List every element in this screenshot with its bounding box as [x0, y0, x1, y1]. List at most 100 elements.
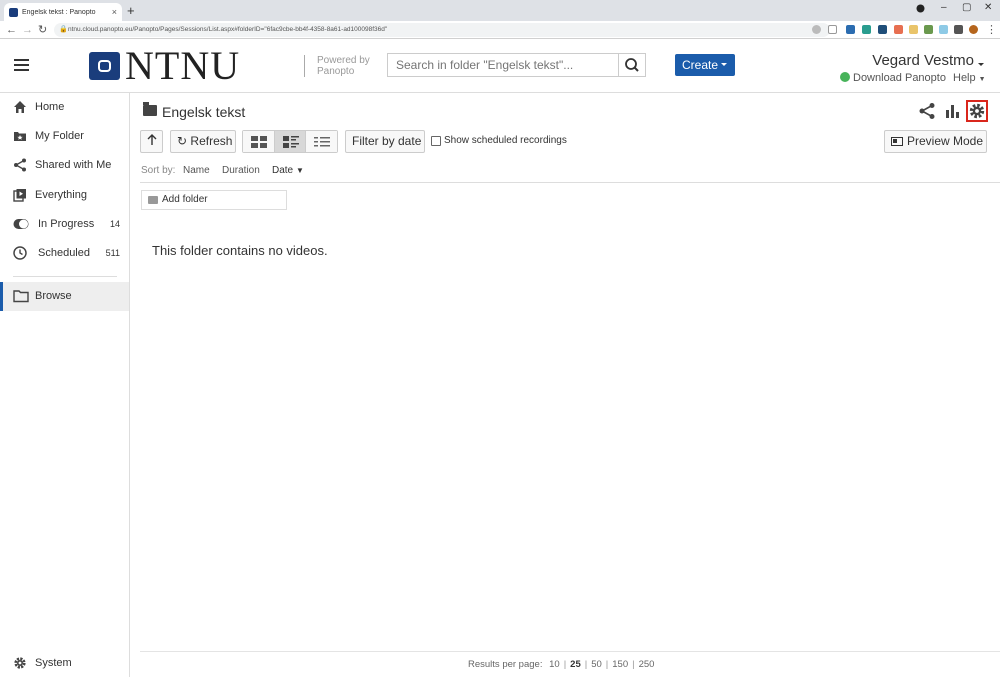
refresh-button[interactable]: ↻ Refresh: [170, 130, 236, 153]
per-page-25[interactable]: 25: [570, 659, 581, 670]
back-icon[interactable]: ←: [6, 23, 17, 37]
maximize-button[interactable]: ▢: [962, 2, 971, 13]
forward-icon[interactable]: →: [22, 23, 33, 37]
create-label: Create: [682, 58, 719, 72]
extension-icon[interactable]: [878, 25, 887, 34]
filter-by-date-button[interactable]: Filter by date: [345, 130, 425, 153]
address-bar: ← → ↻ 🔒 ntnu.cloud.panopto.eu/Panopto/Pa…: [0, 21, 1000, 39]
up-folder-button[interactable]: [140, 130, 163, 153]
tile-view-button[interactable]: [243, 131, 275, 152]
url-field[interactable]: 🔒 ntnu.cloud.panopto.eu/Panopto/Pages/Se…: [54, 23, 830, 37]
add-folder-label: Add folder: [162, 194, 208, 205]
extension-icon[interactable]: [862, 25, 871, 34]
lock-icon: 🔒: [59, 26, 68, 33]
zoom-icon[interactable]: [812, 25, 821, 34]
detail-view-button[interactable]: [274, 131, 307, 152]
profile-dot-icon[interactable]: [916, 4, 925, 16]
sort-name[interactable]: Name: [183, 165, 210, 176]
help-menu[interactable]: Help ▼: [953, 72, 986, 84]
search-button[interactable]: [618, 53, 646, 77]
sort-divider: [140, 182, 1000, 183]
app-header: NTNU Powered by Panopto Create Vegard Ve…: [0, 39, 1000, 93]
detail-list-icon: [282, 136, 299, 148]
extension-icon[interactable]: [924, 25, 933, 34]
browser-tab-title: Engelsk tekst : Panopto: [22, 8, 96, 16]
settings-button[interactable]: [966, 100, 988, 122]
sort-descending-icon[interactable]: ▼: [296, 166, 304, 175]
empty-folder-message: This folder contains no videos.: [152, 243, 328, 258]
list-view-button[interactable]: [306, 131, 338, 152]
show-scheduled-checkbox[interactable]: [431, 136, 441, 146]
extension-icon[interactable]: [939, 25, 948, 34]
sidebar-item-label: Everything: [35, 189, 87, 201]
sidebar-item-label: In Progress: [38, 218, 95, 230]
sidebar-item-home[interactable]: Home: [0, 93, 129, 121]
sort-date[interactable]: Date: [272, 165, 293, 176]
folder-outline-icon: [13, 290, 29, 303]
url-text: ntnu.cloud.panopto.eu/Panopto/Pages/Sess…: [68, 26, 388, 33]
per-page-10[interactable]: 10: [549, 659, 560, 670]
scheduled-count: 511: [105, 248, 120, 258]
arrow-up-icon: [147, 134, 156, 145]
preview-mode-button[interactable]: Preview Mode: [884, 130, 987, 153]
sidebar-item-label: Scheduled: [38, 247, 90, 259]
user-menu[interactable]: Vegard Vestmo: [872, 52, 974, 69]
sidebar-item-browse[interactable]: Browse: [0, 282, 129, 311]
preview-icon: [891, 137, 903, 146]
sidebar-item-label: My Folder: [35, 130, 84, 142]
sidebar-item-system[interactable]: System: [0, 649, 129, 677]
ntnu-logo-icon[interactable]: [89, 52, 120, 80]
profile-avatar[interactable]: [969, 25, 978, 34]
list-icon: [314, 137, 331, 147]
add-folder-button[interactable]: Add folder: [141, 190, 287, 210]
main-content: Engelsk tekst ↻ Refresh Filter by date S…: [130, 93, 1000, 677]
close-window-button[interactable]: ✕: [984, 2, 992, 13]
gear-icon: [14, 657, 26, 669]
per-page-150[interactable]: 150: [612, 659, 628, 670]
sort-by-label: Sort by:: [141, 165, 176, 176]
create-button[interactable]: Create: [675, 54, 735, 76]
in-progress-icon: [13, 219, 29, 229]
in-progress-count: 14: [109, 219, 120, 229]
search-input[interactable]: [387, 53, 619, 77]
bookmark-star-icon[interactable]: [828, 25, 837, 34]
sidebar-item-label: Home: [35, 101, 65, 113]
sidebar-item-in-progress[interactable]: In Progress 14: [0, 210, 129, 238]
extensions-puzzle-icon[interactable]: [954, 25, 963, 34]
extension-icon[interactable]: [846, 25, 855, 34]
grid-icon: [251, 136, 267, 148]
footer-divider: [140, 651, 1000, 652]
minimize-button[interactable]: –: [941, 2, 947, 13]
help-label: Help: [953, 72, 976, 84]
new-tab-button[interactable]: +: [127, 3, 135, 18]
sidebar-item-shared-with-me[interactable]: Shared with Me: [0, 151, 129, 179]
folder-icon: [143, 102, 157, 116]
chevron-down-icon: [721, 63, 727, 69]
reload-icon[interactable]: ↻: [38, 23, 47, 37]
extension-icon[interactable]: [894, 25, 903, 34]
sidebar-item-scheduled[interactable]: Scheduled 511: [0, 239, 129, 267]
per-page-250[interactable]: 250: [639, 659, 655, 670]
ntnu-logo-text[interactable]: NTNU: [125, 46, 240, 86]
sidebar-item-my-folder[interactable]: My Folder: [0, 122, 129, 150]
download-label: Download Panopto: [853, 72, 946, 84]
extension-icon[interactable]: [909, 25, 918, 34]
share-icon[interactable]: [918, 102, 936, 120]
sidebar-item-label: Shared with Me: [35, 159, 112, 171]
download-panopto-link[interactable]: Download Panopto: [840, 72, 946, 84]
browser-menu-icon[interactable]: ⋮: [986, 23, 997, 37]
panopto-download-icon: [840, 72, 850, 82]
everything-icon: [13, 189, 26, 202]
show-scheduled-label[interactable]: Show scheduled recordings: [444, 135, 567, 146]
stats-icon[interactable]: [943, 102, 961, 120]
per-page-50[interactable]: 50: [591, 659, 602, 670]
results-per-page-label: Results per page:: [468, 659, 543, 670]
sidebar-item-everything[interactable]: Everything: [0, 181, 129, 209]
hamburger-menu-icon[interactable]: [14, 59, 29, 71]
tab-close-icon[interactable]: ×: [112, 7, 117, 17]
clock-icon: [13, 246, 27, 260]
sort-duration[interactable]: Duration: [222, 165, 260, 176]
preview-label: Preview Mode: [907, 134, 984, 148]
user-menu-caret-icon[interactable]: [978, 63, 984, 69]
browser-tab[interactable]: Engelsk tekst : Panopto ×: [4, 3, 122, 21]
